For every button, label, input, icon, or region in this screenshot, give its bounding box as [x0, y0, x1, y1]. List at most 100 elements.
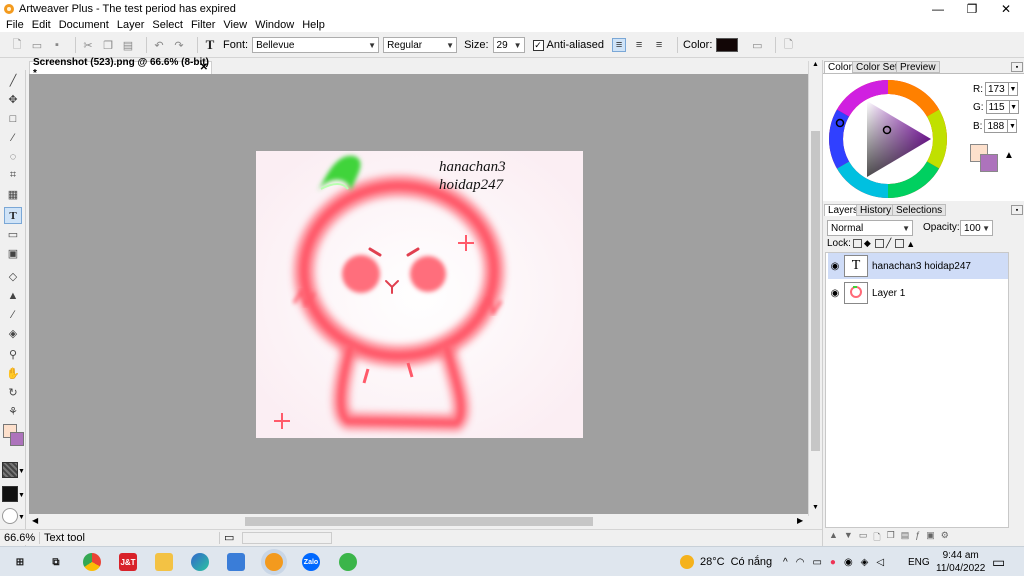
layer-properties-icon[interactable]: ▤ [901, 530, 910, 546]
layer-effects-icon[interactable]: ƒ [915, 530, 920, 546]
smudge-icon[interactable]: ⚘ [4, 403, 22, 420]
magic-wand-icon[interactable]: ⁄ [4, 129, 22, 146]
menu-view[interactable]: View [219, 19, 251, 31]
clock[interactable]: 9:44 am 11/04/2022 [936, 547, 985, 576]
font-family-select[interactable]: Bellevue ▼ [252, 37, 380, 53]
brush-shape-preview[interactable] [2, 508, 18, 524]
cut-icon[interactable]: ✂ [81, 38, 95, 52]
scroll-right-icon[interactable]: ▶ [797, 516, 803, 525]
brush-tool-icon[interactable]: ╱ [4, 72, 22, 89]
eye-visibility-icon[interactable]: ◉ [828, 261, 842, 272]
crop-icon[interactable]: ⌗ [4, 167, 22, 184]
jt-app-icon[interactable]: J&T [119, 553, 137, 571]
app-icon[interactable] [339, 553, 357, 571]
redo-icon[interactable]: ↷ [172, 38, 186, 52]
horizontal-scroll-thumb[interactable] [245, 517, 593, 526]
tab-preview[interactable]: Preview [896, 61, 940, 73]
start-windows-icon[interactable]: ⊞ [11, 553, 29, 571]
brush-texture-preview[interactable] [2, 462, 18, 478]
chevron-down-icon[interactable]: ▼ [1009, 82, 1018, 96]
scroll-left-icon[interactable]: ◀ [32, 516, 38, 525]
app-icon[interactable] [227, 553, 245, 571]
opacity-select[interactable]: 100 ▼ [960, 220, 993, 236]
wifi-icon[interactable]: ◠ [796, 557, 805, 568]
language-indicator[interactable]: ENG [908, 547, 930, 576]
open-folder-icon[interactable]: ▭ [30, 38, 44, 52]
vertical-scrollbar[interactable]: ▲ ▼ [808, 61, 821, 516]
chrome-icon[interactable] [83, 553, 101, 571]
lock-all-checkbox[interactable] [895, 239, 905, 248]
panel-menu-icon[interactable]: ▪ [1011, 62, 1023, 72]
zalo-icon[interactable]: Zalo [302, 553, 320, 571]
new-group-icon[interactable]: ▭ [859, 530, 868, 546]
menu-document[interactable]: Document [55, 19, 113, 31]
app-tray-icon[interactable]: ◉ [844, 557, 853, 568]
red-input[interactable]: 173 [985, 82, 1009, 96]
vertical-scroll-thumb[interactable] [811, 131, 820, 451]
layer-row-image[interactable]: ◉ Layer 1 [828, 280, 1008, 306]
stamp-icon[interactable]: ▲ [4, 287, 22, 304]
move-layer-up-icon[interactable]: ▲ [829, 530, 838, 546]
tab-selections[interactable]: Selections [892, 204, 947, 216]
app-tray-icon[interactable]: ● [830, 557, 836, 568]
weather-widget[interactable]: 28°C Có nắng [680, 547, 772, 576]
move-tool-icon[interactable]: ✥ [4, 91, 22, 108]
background-color-swatch[interactable] [10, 432, 24, 446]
rotate-view-icon[interactable]: ↻ [4, 384, 22, 401]
lock-transparency-checkbox[interactable] [852, 239, 862, 248]
battery-icon[interactable]: ▭ [812, 557, 821, 568]
menu-window[interactable]: Window [251, 19, 298, 31]
panel-menu-icon[interactable]: ▪ [1011, 205, 1023, 215]
scroll-down-icon[interactable]: ▼ [812, 504, 819, 511]
copy-icon[interactable]: ❐ [101, 38, 115, 52]
text-options-icon[interactable]: 🗋 [781, 38, 795, 52]
perspective-icon[interactable]: ▦ [4, 186, 22, 203]
chevron-up-icon[interactable]: ^ [783, 557, 788, 568]
new-document-icon[interactable]: 🗋 [10, 38, 24, 52]
chevron-down-icon[interactable]: ▼ [18, 514, 25, 521]
close-icon[interactable]: ✕ [200, 62, 208, 73]
task-view-icon[interactable]: ⧉ [47, 553, 65, 571]
menu-filter[interactable]: Filter [187, 19, 219, 31]
gradient-icon[interactable]: ▣ [4, 245, 22, 262]
maximize-button[interactable]: ❐ [955, 0, 989, 17]
undo-icon[interactable]: ↶ [152, 38, 166, 52]
green-input[interactable]: 115 [985, 100, 1010, 114]
eye-visibility-icon[interactable]: ◉ [828, 288, 842, 299]
shape-tool-icon[interactable]: ▭ [4, 226, 22, 243]
blend-mode-select[interactable]: Normal ▼ [827, 220, 913, 236]
align-center-icon[interactable]: ≡ [632, 38, 646, 52]
hand-icon[interactable]: ✋ [4, 365, 22, 382]
chevron-down-icon[interactable]: ▼ [18, 468, 25, 475]
edge-icon[interactable] [191, 553, 209, 571]
paint-bucket-icon[interactable]: ◈ [4, 325, 22, 342]
horizontal-scrollbar[interactable]: ◀ ▶ [29, 515, 808, 528]
notifications-icon[interactable]: ▭ [992, 547, 1005, 576]
anti-aliased-checkbox[interactable]: ✓ [532, 39, 544, 51]
stamp-color-icon[interactable]: ▲ [1004, 150, 1014, 161]
lock-pixels-checkbox[interactable] [874, 239, 884, 248]
lasso-icon[interactable]: ◌ [4, 148, 22, 165]
menu-select[interactable]: Select [148, 19, 187, 31]
duplicate-layer-icon[interactable]: ❐ [887, 530, 895, 546]
font-size-select[interactable]: 29 ▼ [492, 37, 525, 53]
image-canvas[interactable]: hanachan3 hoidap247 [256, 151, 583, 438]
warp-text-icon[interactable]: ▭ [750, 38, 764, 52]
font-style-select[interactable]: Regular ▼ [383, 37, 458, 53]
text-tool-button[interactable]: T [4, 207, 22, 224]
document-tab[interactable]: Screenshot (523).png @ 66.6% (8-bit) * ✕ [29, 57, 212, 79]
rectangle-select-icon[interactable]: □ [4, 110, 22, 127]
scroll-up-icon[interactable]: ▲ [812, 61, 819, 68]
chevron-down-icon[interactable]: ▼ [1009, 100, 1019, 114]
layer-settings-icon[interactable]: ⚙ [941, 530, 949, 546]
new-layer-icon[interactable]: 🗋 [873, 530, 880, 546]
color-wheel[interactable] [827, 78, 949, 200]
move-layer-down-icon[interactable]: ▼ [844, 530, 853, 546]
menu-layer[interactable]: Layer [113, 19, 149, 31]
brush-color-preview[interactable] [2, 486, 18, 502]
blue-input[interactable]: 188 [984, 119, 1009, 133]
eyedropper-icon[interactable]: ∕ [4, 306, 22, 323]
minimize-button[interactable]: — [921, 0, 955, 17]
volume-icon[interactable]: ◁ [876, 557, 884, 568]
align-right-icon[interactable]: ≡ [652, 38, 666, 52]
